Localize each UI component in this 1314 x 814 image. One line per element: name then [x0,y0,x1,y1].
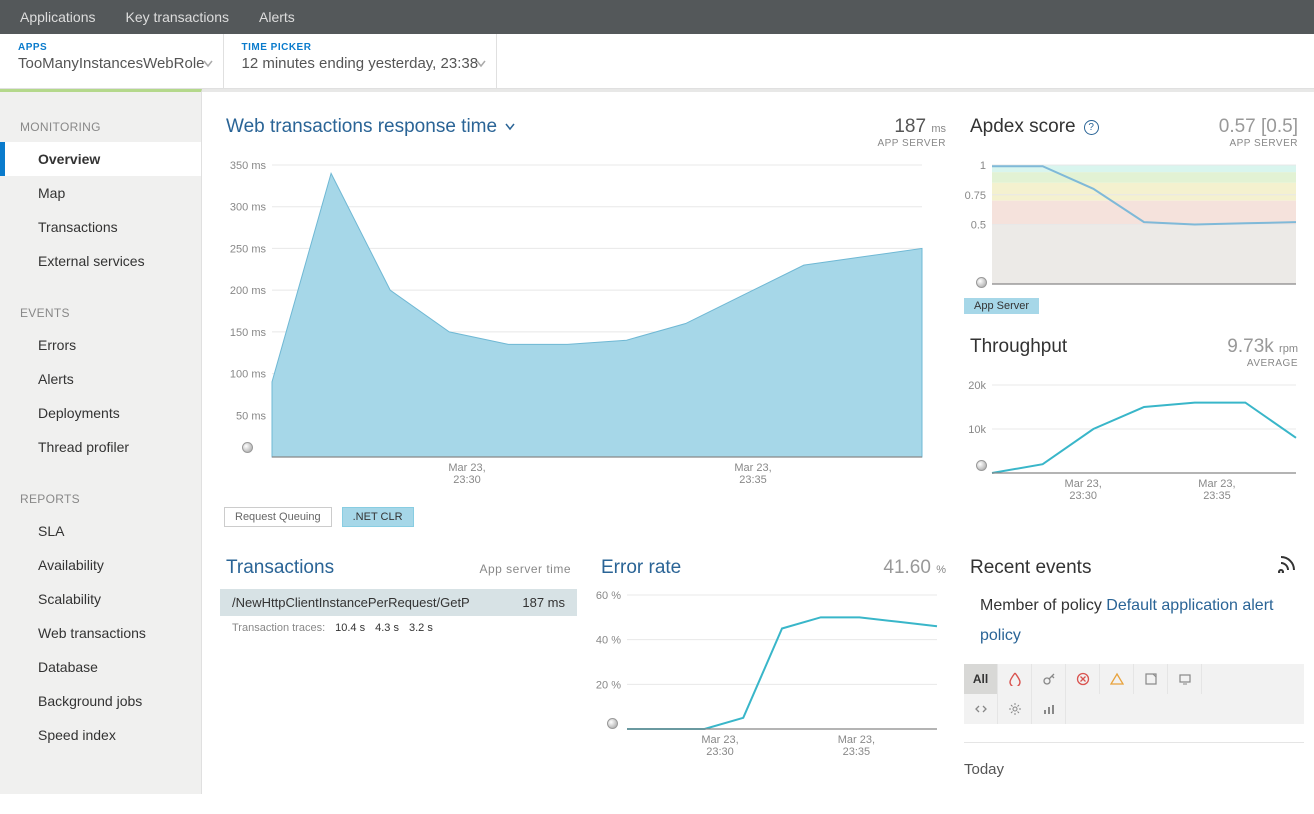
sidebar-item-sla[interactable]: SLA [0,514,201,548]
response-time-metric: 187 ms APP SERVER [877,116,946,149]
filter-critical-icon[interactable] [998,664,1032,694]
svg-text:1: 1 [980,160,986,172]
sidebar-item-scalability[interactable]: Scalability [0,582,201,616]
rss-icon[interactable] [1278,553,1298,573]
filter-gear-icon[interactable] [998,694,1032,724]
filter-bars-icon[interactable] [1032,694,1066,724]
apdex-chart[interactable]: 0.5 0.75 1 [964,159,1304,294]
transaction-row[interactable]: /NewHttpClientInstancePerRequest/GetP 18… [220,589,577,616]
breadcrumb-app-label: APPS [18,42,205,53]
sidebar-item-thread-profiler[interactable]: Thread profiler [0,430,201,464]
sidebar-item-deployments[interactable]: Deployments [0,396,201,430]
error-rate-metric: 41.60 % [883,557,946,579]
sidebar-head: EVENTS [0,278,201,328]
transactions-sub: App server time [479,562,571,576]
sidebar-item-map[interactable]: Map [0,176,201,210]
sidebar-item-speed-index[interactable]: Speed index [0,718,201,752]
help-icon[interactable]: ? [1084,120,1099,135]
chart-handle-icon[interactable] [976,460,987,471]
sidebar-head: MONITORING [0,92,201,142]
svg-text:0.75: 0.75 [965,190,986,202]
nav-key-transactions[interactable]: Key transactions [126,9,230,25]
apdex-metric: 0.57 [0.5] APP SERVER [1219,116,1298,149]
throughput-chart[interactable]: 10k 20k Mar 23,23:30 Mar 23,23:35 [964,379,1304,509]
events-today-header: Today [964,742,1304,784]
sidebar-item-web-transactions[interactable]: Web transactions [0,616,201,650]
sidebar-head: REPORTS [0,464,201,514]
svg-text:Mar 23,23:30: Mar 23,23:30 [1065,478,1102,502]
apdex-title: Apdex score ? [970,116,1099,138]
sidebar: MONITORINGOverviewMapTransactionsExterna… [0,89,202,794]
event-filters: All [964,664,1304,724]
chart-handle-icon[interactable] [242,442,253,453]
svg-text:100 ms: 100 ms [230,369,267,381]
error-rate-chart[interactable]: 20 % 40 % 60 % Mar 23,23:30 Mar 23,23:35 [595,589,952,769]
response-time-title[interactable]: Web transactions response time [226,116,515,138]
svg-text:Mar 23,23:35: Mar 23,23:35 [1198,478,1235,502]
nav-alerts[interactable]: Alerts [259,9,295,25]
svg-text:200 ms: 200 ms [230,285,267,297]
svg-text:20 %: 20 % [596,679,621,691]
filter-all[interactable]: All [964,664,998,694]
svg-text:0.5: 0.5 [971,220,986,232]
filter-error-icon[interactable] [1066,664,1100,694]
top-nav: Applications Key transactions Alerts [0,0,1314,34]
trace-link[interactable]: 4.3 s [375,622,399,634]
chevron-down-icon [203,59,213,69]
filter-key-icon[interactable] [1032,664,1066,694]
trace-link[interactable]: 10.4 s [335,622,365,634]
chart-handle-icon[interactable] [976,277,987,288]
svg-text:150 ms: 150 ms [230,327,267,339]
svg-text:250 ms: 250 ms [230,243,267,255]
svg-text:Mar 23,23:30: Mar 23,23:30 [701,734,738,758]
sidebar-item-background-jobs[interactable]: Background jobs [0,684,201,718]
svg-text:20k: 20k [968,380,986,392]
error-rate-title: Error rate [601,557,681,579]
sidebar-item-external-services[interactable]: External services [0,244,201,278]
sidebar-item-errors[interactable]: Errors [0,328,201,362]
throughput-metric: 9.73k rpm AVERAGE [1227,336,1298,369]
svg-text:Mar 23,23:35: Mar 23,23:35 [838,734,875,758]
svg-text:60 %: 60 % [596,590,621,602]
svg-text:Mar 23,23:30: Mar 23,23:30 [448,462,485,486]
filter-note-icon[interactable] [1134,664,1168,694]
breadcrumb-app[interactable]: APPS TooManyInstancesWebRole [0,34,224,88]
response-time-chart[interactable]: 50 ms 100 ms 150 ms 200 ms 250 ms 300 ms 350 m… [220,159,952,497]
transactions-title: Transactions [226,557,334,579]
nav-applications[interactable]: Applications [20,9,96,25]
svg-text:300 ms: 300 ms [230,202,267,214]
breadcrumb-app-value: TooManyInstancesWebRole [18,55,205,72]
sidebar-item-alerts[interactable]: Alerts [0,362,201,396]
filter-screen-icon[interactable] [1168,664,1202,694]
chart-handle-icon[interactable] [607,718,618,729]
breadcrumb-time[interactable]: TIME PICKER 12 minutes ending yesterday,… [224,34,498,88]
svg-text:350 ms: 350 ms [230,160,267,172]
svg-text:Mar 23,23:35: Mar 23,23:35 [734,462,771,486]
legend-request-queuing[interactable]: Request Queuing [224,507,332,527]
legend-net-clr[interactable]: .NET CLR [342,507,414,527]
apdex-legend-band[interactable]: App Server [964,298,1039,314]
svg-text:50 ms: 50 ms [236,410,266,422]
recent-events-title: Recent events [970,557,1091,579]
sidebar-item-transactions[interactable]: Transactions [0,210,201,244]
chevron-down-icon [476,59,486,69]
filter-warning-icon[interactable] [1100,664,1134,694]
filter-code-icon[interactable] [964,694,998,724]
svg-text:40 %: 40 % [596,635,621,647]
throughput-title: Throughput [970,336,1067,358]
chevron-down-icon [505,122,515,132]
svg-text:10k: 10k [968,424,986,436]
sidebar-item-database[interactable]: Database [0,650,201,684]
breadcrumb: APPS TooManyInstancesWebRole TIME PICKER… [0,34,1314,89]
policy-text: Member of policy Default application ale… [980,591,1304,652]
trace-link[interactable]: 3.2 s [409,622,433,634]
sidebar-item-availability[interactable]: Availability [0,548,201,582]
breadcrumb-time-value: 12 minutes ending yesterday, 23:38 [242,55,479,72]
transaction-traces: Transaction traces: 10.4 s 4.3 s 3.2 s [220,616,577,640]
sidebar-item-overview[interactable]: Overview [0,142,201,176]
breadcrumb-time-label: TIME PICKER [242,42,479,53]
